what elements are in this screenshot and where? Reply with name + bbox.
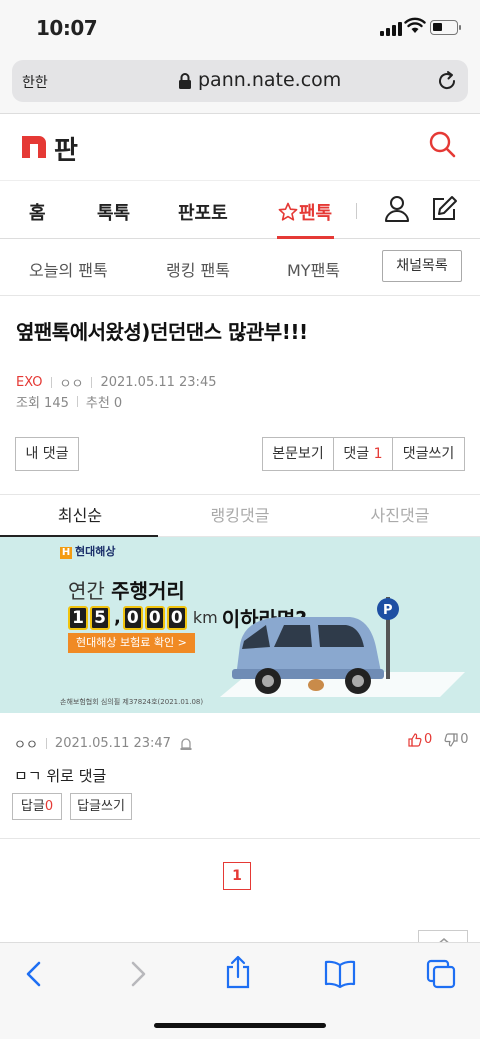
post-stats: 조회 145 추천 0 <box>16 392 122 411</box>
ad-digit: 1 <box>68 605 88 630</box>
svg-text:P: P <box>383 603 393 618</box>
reply-label: 답글 <box>20 799 45 814</box>
nav-fantalk-label: 팬톡 <box>299 203 333 224</box>
wifi-icon <box>404 17 426 33</box>
tab-photo-comments[interactable]: 사진댓글 <box>320 495 480 537</box>
ad-headline-prefix: 연간 <box>68 579 105 603</box>
comments-label: 댓글 <box>343 446 370 462</box>
nav-separator <box>356 203 357 219</box>
ad-cta-button[interactable]: 현대해상 보험료 확인 > <box>68 633 195 653</box>
thumbs-up-icon <box>408 732 422 747</box>
ad-digit: 0 <box>166 605 187 630</box>
meta-separator <box>76 396 78 407</box>
post-meta: EXO ㅇㅇ 2021.05.11 23:45 <box>16 373 216 392</box>
share-icon[interactable] <box>224 955 252 989</box>
nav-fantalk[interactable]: 팬톡 <box>278 199 332 225</box>
bookmarks-icon[interactable] <box>324 959 356 989</box>
write-icon[interactable] <box>430 195 458 223</box>
my-comments-button[interactable]: 내 댓글 <box>15 437 79 471</box>
main-nav: 홈 톡톡 판포토 팬톡 <box>0 181 480 239</box>
subnav-ranking-fantalk[interactable]: 랭킹 팬톡 <box>166 257 230 281</box>
status-bar: 10:07 <box>0 0 480 58</box>
lock-icon <box>179 73 191 89</box>
upvote-count: 0 <box>424 732 433 747</box>
comment-meta: ㅇㅇ 2021.05.11 23:47 <box>14 734 193 753</box>
forward-icon[interactable] <box>126 959 150 989</box>
reader-aa-button[interactable]: 한한 <box>22 72 48 92</box>
downvote-button[interactable]: 0 <box>444 732 469 747</box>
ad-brand-name: 현대해상 <box>75 545 116 558</box>
nav-pann-photo[interactable]: 판포토 <box>178 199 228 225</box>
post-author: ㅇㅇ <box>59 377 84 392</box>
sub-nav: 오늘의 팬톡 랭킹 팬톡 MY팬톡 채널목록 <box>0 239 480 296</box>
write-comment-button[interactable]: 댓글쓰기 <box>392 437 465 471</box>
ad-brand: H 현대해상 <box>60 543 115 559</box>
post-datetime: 2021.05.11 23:45 <box>100 375 217 390</box>
url-text[interactable]: pann.nate.com <box>198 69 341 91</box>
report-icon[interactable] <box>179 737 193 751</box>
battery-icon <box>430 20 461 35</box>
meta-separator <box>45 738 47 749</box>
thumbs-down-icon <box>444 732 458 747</box>
car-illustration-icon: P <box>220 597 465 697</box>
user-icon[interactable] <box>384 195 410 223</box>
view-post-button[interactable]: 본문보기 <box>262 437 334 471</box>
channel-list-button[interactable]: 채널목록 <box>382 250 462 282</box>
search-icon[interactable] <box>428 130 456 158</box>
ad-disclaimer: 손해보험협회 심의필 제37824호(2021.01.08) <box>60 698 204 706</box>
cellular-signal-icon <box>380 20 402 36</box>
write-reply-button[interactable]: 답글쓰기 <box>70 793 132 820</box>
reply-count: 0 <box>44 799 54 814</box>
back-icon[interactable] <box>22 959 46 989</box>
subnav-my-fantalk[interactable]: MY팬톡 <box>287 257 340 281</box>
post-recommends: 추천 0 <box>85 396 123 411</box>
tab-latest[interactable]: 최신순 <box>0 495 160 537</box>
brand-logo-icon: H <box>60 547 72 559</box>
address-bar[interactable]: 한한 pann.nate.com <box>12 60 468 102</box>
star-icon <box>278 202 298 221</box>
comments-count: 1 <box>373 446 383 462</box>
comment-datetime: 2021.05.11 23:47 <box>54 736 171 751</box>
divider <box>0 838 480 839</box>
ad-digit: 5 <box>90 605 110 630</box>
reload-icon[interactable] <box>436 70 458 92</box>
nav-toktok[interactable]: 톡톡 <box>97 199 130 225</box>
tab-ranking-comments[interactable]: 랭킹댓글 <box>160 495 320 537</box>
ad-headline-bold: 주행거리 <box>111 579 185 603</box>
ad-headline: 연간 주행거리 <box>68 575 185 604</box>
comment-sort-tabs: 최신순 랭킹댓글 사진댓글 <box>0 494 480 537</box>
comments-button[interactable]: 댓글 1 <box>333 437 393 471</box>
nate-logo-icon[interactable] <box>22 136 46 158</box>
ad-banner[interactable]: H 현대해상 연간 주행거리 1 5 , 0 0 0 km 이하라면? 현대해상 … <box>0 537 480 713</box>
site-logo-text[interactable]: 판 <box>54 130 78 167</box>
post-category[interactable]: EXO <box>16 375 43 390</box>
nav-home[interactable]: 홈 <box>29 199 46 225</box>
comment-votes: 0 0 <box>408 732 469 747</box>
comment-body: ㅁㄱ 위로 댓글 <box>14 767 107 785</box>
meta-separator <box>91 377 93 388</box>
upvote-button[interactable]: 0 <box>408 732 432 747</box>
reply-button[interactable]: 답글0 <box>12 793 62 820</box>
browser-address-area: 한한 pann.nate.com <box>0 58 480 114</box>
downvote-count: 0 <box>460 732 469 747</box>
status-time: 10:07 <box>36 16 98 40</box>
post-title: 옆팬톡에서왔셩)던던댄스 많관부!!! <box>16 320 308 344</box>
ad-digit: 0 <box>144 605 165 630</box>
post-views: 조회 145 <box>16 396 69 411</box>
meta-separator <box>50 377 52 388</box>
home-indicator <box>154 1023 326 1028</box>
pagination-current-page[interactable]: 1 <box>223 862 251 890</box>
tabs-icon[interactable] <box>426 959 456 989</box>
ad-digit: 0 <box>122 605 143 630</box>
subnav-today-fantalk[interactable]: 오늘의 팬톡 <box>29 257 108 281</box>
comment-author: ㅇㅇ <box>14 738 38 753</box>
